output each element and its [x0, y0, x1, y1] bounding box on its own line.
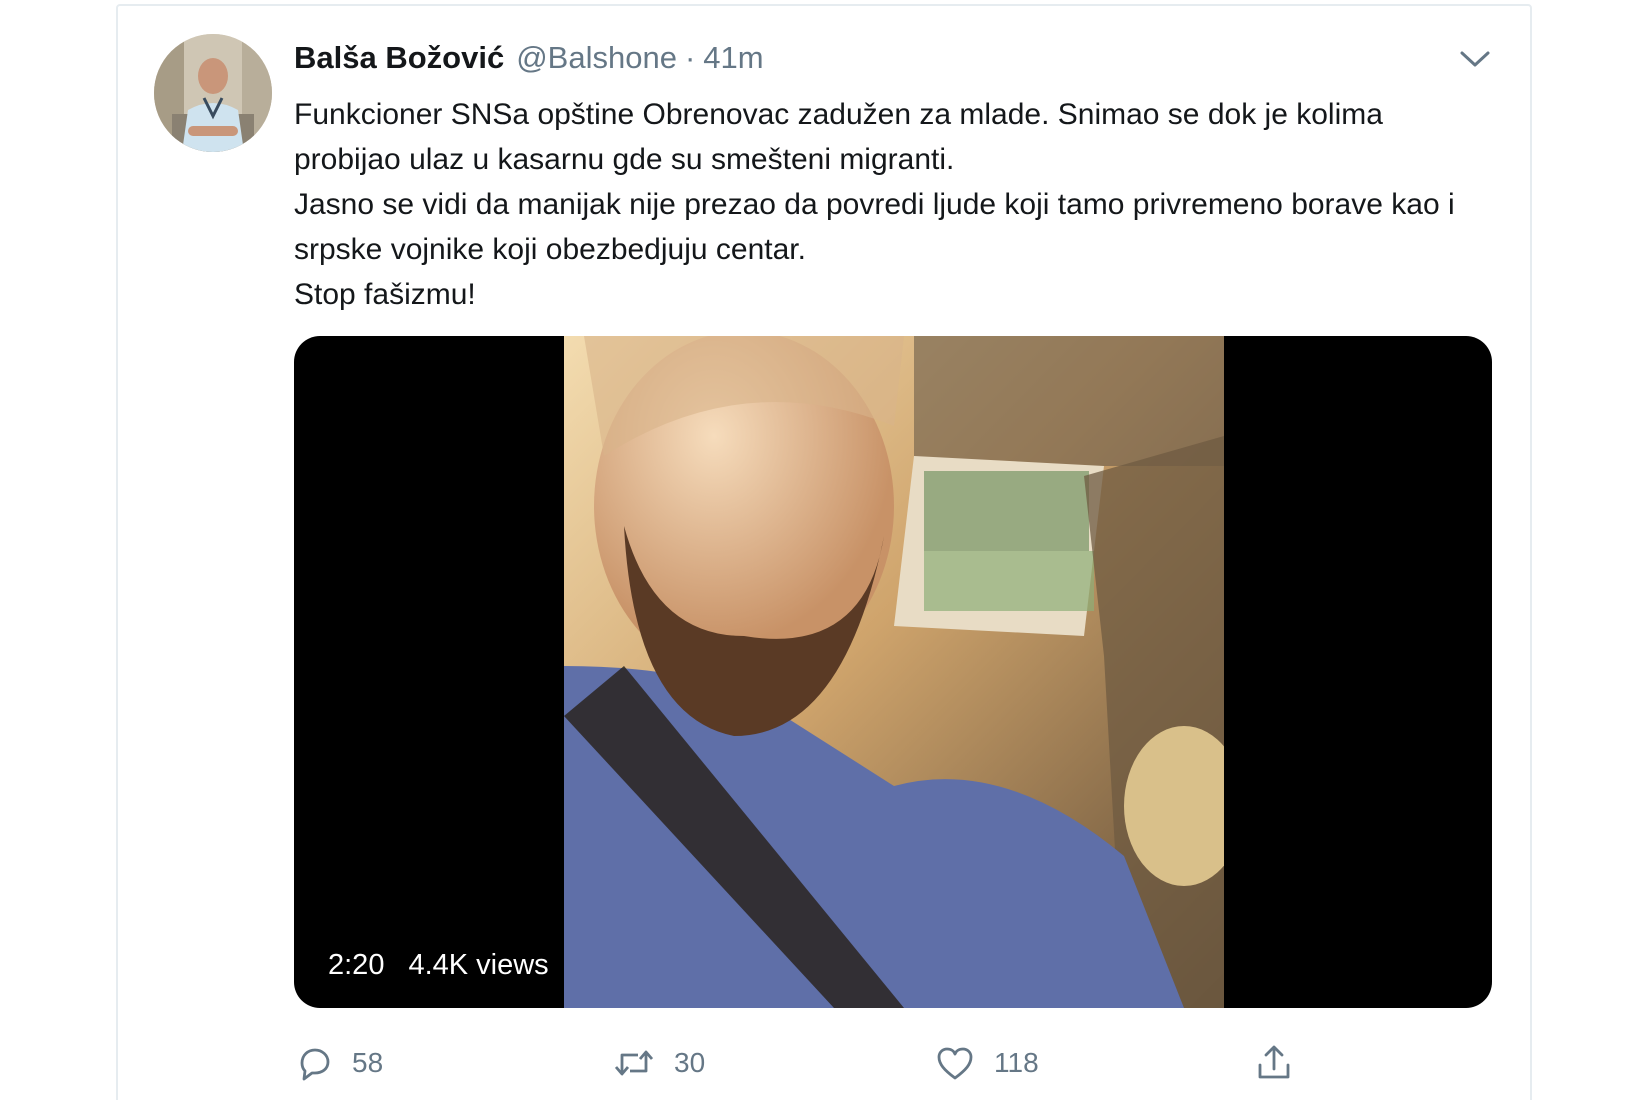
reply-button[interactable]: 58	[294, 1038, 383, 1088]
tweet-text-line: Jasno se vidi da manijak nije prezao da …	[294, 188, 1455, 266]
tweet-text: Funkcioner SNSa opštine Obrenovac zaduže…	[294, 92, 1494, 317]
share-icon	[1258, 1045, 1290, 1079]
tweet-actions: 58 30 118	[294, 1038, 1334, 1088]
timestamp[interactable]: 41m	[703, 40, 763, 76]
chevron-down-icon[interactable]	[1458, 46, 1492, 72]
author-name[interactable]: Balša Božović	[294, 40, 504, 76]
share-button[interactable]	[1254, 1038, 1312, 1088]
like-button[interactable]: 118	[934, 1038, 1039, 1088]
video-player[interactable]: 2:20 4.4K views	[294, 336, 1492, 1008]
like-count: 118	[994, 1047, 1039, 1078]
like-icon	[937, 1047, 973, 1080]
tweet-card[interactable]: Balša Božović @Balshone · 41m Funkcioner…	[116, 4, 1532, 1100]
video-views: 4.4K views	[408, 948, 549, 981]
video-badge: 2:20 4.4K views	[314, 942, 563, 988]
tweet-text-line: Funkcioner SNSa opštine Obrenovac zaduže…	[294, 98, 1383, 176]
video-frame	[564, 336, 1224, 1008]
retweet-icon	[614, 1050, 654, 1076]
avatar[interactable]	[154, 34, 272, 152]
video-duration: 2:20	[328, 948, 385, 981]
retweet-count: 30	[674, 1047, 706, 1078]
tweet-text-line: Stop fašizmu!	[294, 278, 476, 311]
reply-count: 58	[352, 1047, 384, 1078]
author-handle[interactable]: @Balshone	[516, 40, 677, 76]
reply-icon	[300, 1048, 330, 1081]
tweet-header: Balša Božović @Balshone · 41m	[294, 40, 764, 82]
separator-dot: ·	[684, 40, 696, 75]
retweet-button[interactable]: 30	[612, 1038, 705, 1088]
